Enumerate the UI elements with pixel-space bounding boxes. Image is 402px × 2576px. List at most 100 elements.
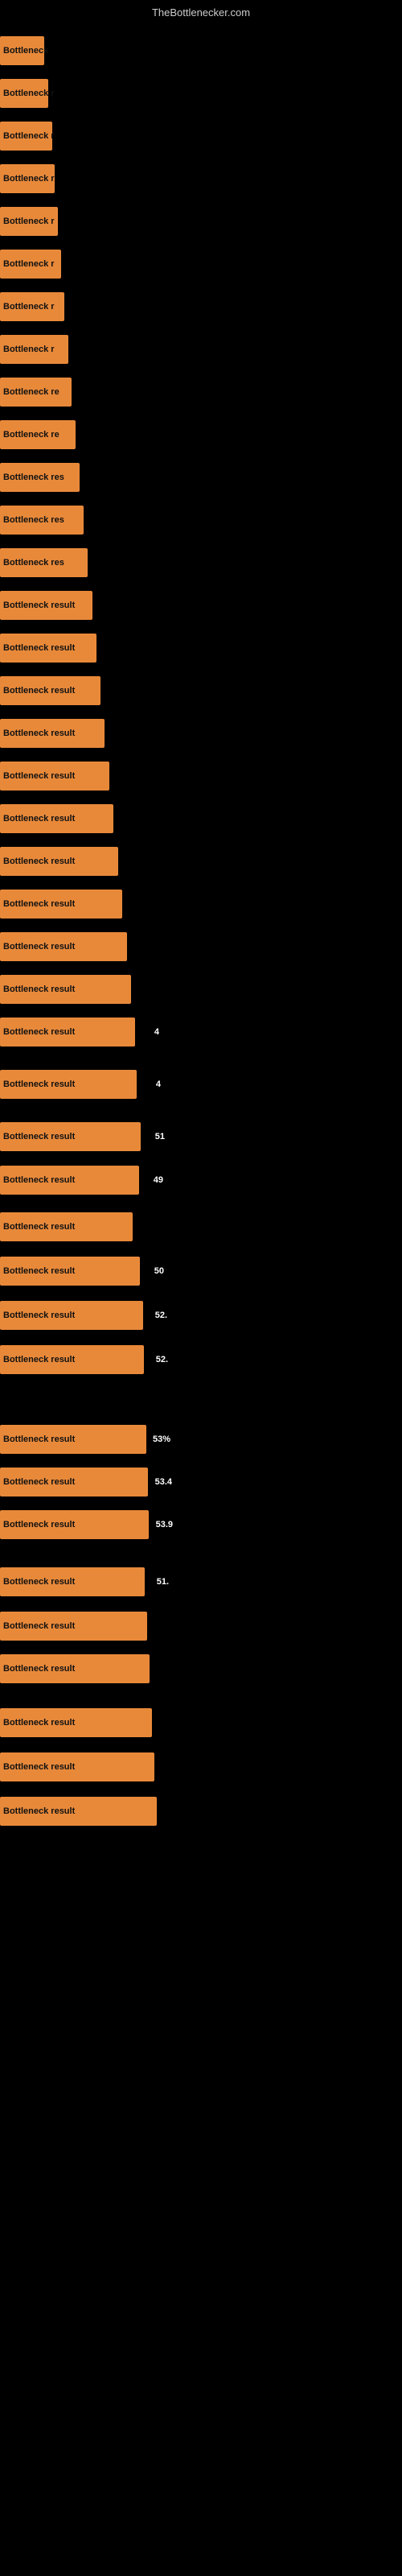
bar-label: Bottleneck res: [3, 515, 64, 525]
bar-row: Bottleneck r: [0, 72, 402, 114]
bar-label: Bottleneck result: [3, 899, 75, 909]
bar-row: Bottleneck result: [0, 883, 402, 925]
bar-value: 4: [154, 1027, 159, 1037]
bar-label: Bottleneck result: [3, 1520, 75, 1530]
bar-rect: Bottleneck result49: [0, 1166, 139, 1195]
bar-label: Bottleneck r: [3, 131, 55, 141]
bar-row: Bottleneck res: [0, 499, 402, 541]
bar-label: Bottleneck result: [3, 643, 75, 653]
bar-rect: Bottleneck result: [0, 1708, 152, 1737]
bar-rect: Bottleneck r: [0, 164, 55, 193]
bar-rect: Bottleneck result: [0, 719, 105, 748]
bar-row: Bottleneck result53%: [0, 1418, 402, 1460]
bar-value: 52.: [155, 1311, 167, 1320]
bar-row: Bottleneck result: [0, 968, 402, 1010]
bar-rect: Bottleneck result4: [0, 1070, 137, 1099]
bar-row: Bottleneck result: [0, 1648, 402, 1690]
bar-row: Bottleneck: [0, 30, 402, 72]
bar-rect: Bottleneck result53.4: [0, 1468, 148, 1496]
site-title: TheBottlenecker.com: [0, 0, 402, 22]
bar-label: Bottleneck res: [3, 473, 64, 482]
bar-rect: Bottleneck res: [0, 548, 88, 577]
bar-label: Bottleneck r: [3, 217, 55, 226]
bar-rect: Bottleneck result53.9: [0, 1510, 149, 1539]
bar-rect: Bottleneck r: [0, 207, 58, 236]
bar-rect: Bottleneck result: [0, 1752, 154, 1781]
bar-row: Bottleneck result53.9: [0, 1504, 402, 1546]
bar-rect: Bottleneck re: [0, 378, 72, 407]
bar-value: 51.: [157, 1577, 169, 1587]
bar-row: Bottleneck re: [0, 414, 402, 456]
bar-label: Bottleneck result: [3, 1080, 75, 1089]
bar-rect: Bottleneck r: [0, 122, 52, 151]
bar-label: Bottleneck result: [3, 1806, 75, 1816]
bar-row: Bottleneck result 52.: [0, 1294, 402, 1336]
bar-rect: Bottleneck result: [0, 1797, 157, 1826]
bar-label: Bottleneck result: [3, 1311, 75, 1320]
bar-rect: Bottleneck result51: [0, 1122, 141, 1151]
bar-rect: Bottleneck: [0, 36, 44, 65]
bar-row: Bottleneck result50: [0, 1250, 402, 1292]
bar-label: Bottleneck result: [3, 1477, 75, 1487]
bar-value: 53%: [153, 1435, 170, 1444]
bar-row: Bottleneck r: [0, 286, 402, 328]
bar-row: Bottleneck result 51: [0, 1116, 402, 1158]
bar-row: Bottleneck result: [0, 755, 402, 797]
bar-label: Bottleneck result: [3, 1664, 75, 1674]
bar-label: Bottleneck result: [3, 985, 75, 994]
bar-label: Bottleneck result: [3, 771, 75, 781]
bar-row: Bottleneck result: [0, 1206, 402, 1248]
bar-rect: Bottleneck r: [0, 335, 68, 364]
bar-label: Bottleneck r: [3, 259, 55, 269]
bar-rect: Bottleneck result: [0, 676, 100, 705]
bar-row: Bottleneck result: [0, 926, 402, 968]
bar-row: Bottleneck result49: [0, 1159, 402, 1201]
bar-row: Bottleneck result4: [0, 1011, 402, 1053]
bar-label: Bottleneck re: [3, 387, 59, 397]
bar-label: Bottleneck result: [3, 686, 75, 696]
bar-rect: Bottleneck result: [0, 932, 127, 961]
bar-rect: Bottleneck result52.: [0, 1301, 143, 1330]
bar-row: Bottleneck r: [0, 115, 402, 157]
bar-rect: Bottleneck result: [0, 804, 113, 833]
bar-rect: Bottleneck result53%: [0, 1425, 146, 1454]
bar-rect: Bottleneck res: [0, 506, 84, 535]
bar-label: Bottleneck re: [3, 430, 59, 440]
bar-rect: Bottleneck result4: [0, 1018, 135, 1046]
bar-rect: Bottleneck r: [0, 292, 64, 321]
bar-row: Bottleneck result 53.4: [0, 1461, 402, 1503]
bar-label: Bottleneck r: [3, 302, 55, 312]
bar-label: Bottleneck r: [3, 89, 55, 98]
bar-rect: Bottleneck r: [0, 79, 48, 108]
bar-row: Bottleneck result51.: [0, 1561, 402, 1603]
bar-row: Bottleneck result: [0, 1790, 402, 1832]
bar-rect: Bottleneck res: [0, 463, 80, 492]
bar-row: Bottleneck result4: [0, 1063, 402, 1105]
bar-rect: Bottleneck result: [0, 1654, 150, 1683]
bar-row: Bottleneck re: [0, 371, 402, 413]
bar-label: Bottleneck result: [3, 1762, 75, 1772]
bar-label: Bottleneck result: [3, 857, 75, 866]
bar-rect: Bottleneck result: [0, 847, 118, 876]
bar-label: Bottleneck result: [3, 729, 75, 738]
bar-label: Bottleneck r: [3, 174, 55, 184]
bar-label: Bottleneck result: [3, 1222, 75, 1232]
chart-area: BottleneckBottleneck rBottleneck rBottle…: [0, 22, 402, 2566]
bar-value: 51: [155, 1132, 165, 1141]
bar-row: Bottleneck res: [0, 456, 402, 498]
bar-value: 53.4: [155, 1477, 172, 1487]
bar-row: Bottleneck r: [0, 328, 402, 370]
bar-rect: Bottleneck result52.: [0, 1345, 144, 1374]
bar-label: Bottleneck result: [3, 1132, 75, 1141]
bar-row: Bottleneck r: [0, 243, 402, 285]
bar-row: Bottleneck result: [0, 712, 402, 754]
bar-value: 52.: [156, 1355, 168, 1364]
bar-label: Bottleneck r: [3, 345, 55, 354]
bar-rect: Bottleneck re: [0, 420, 76, 449]
bar-label: Bottleneck: [3, 46, 48, 56]
bar-value: 50: [154, 1266, 164, 1276]
bar-row: Bottleneck result: [0, 1605, 402, 1647]
bar-row: Bottleneck r: [0, 158, 402, 200]
bar-rect: Bottleneck result: [0, 634, 96, 663]
bar-rect: Bottleneck result: [0, 591, 92, 620]
